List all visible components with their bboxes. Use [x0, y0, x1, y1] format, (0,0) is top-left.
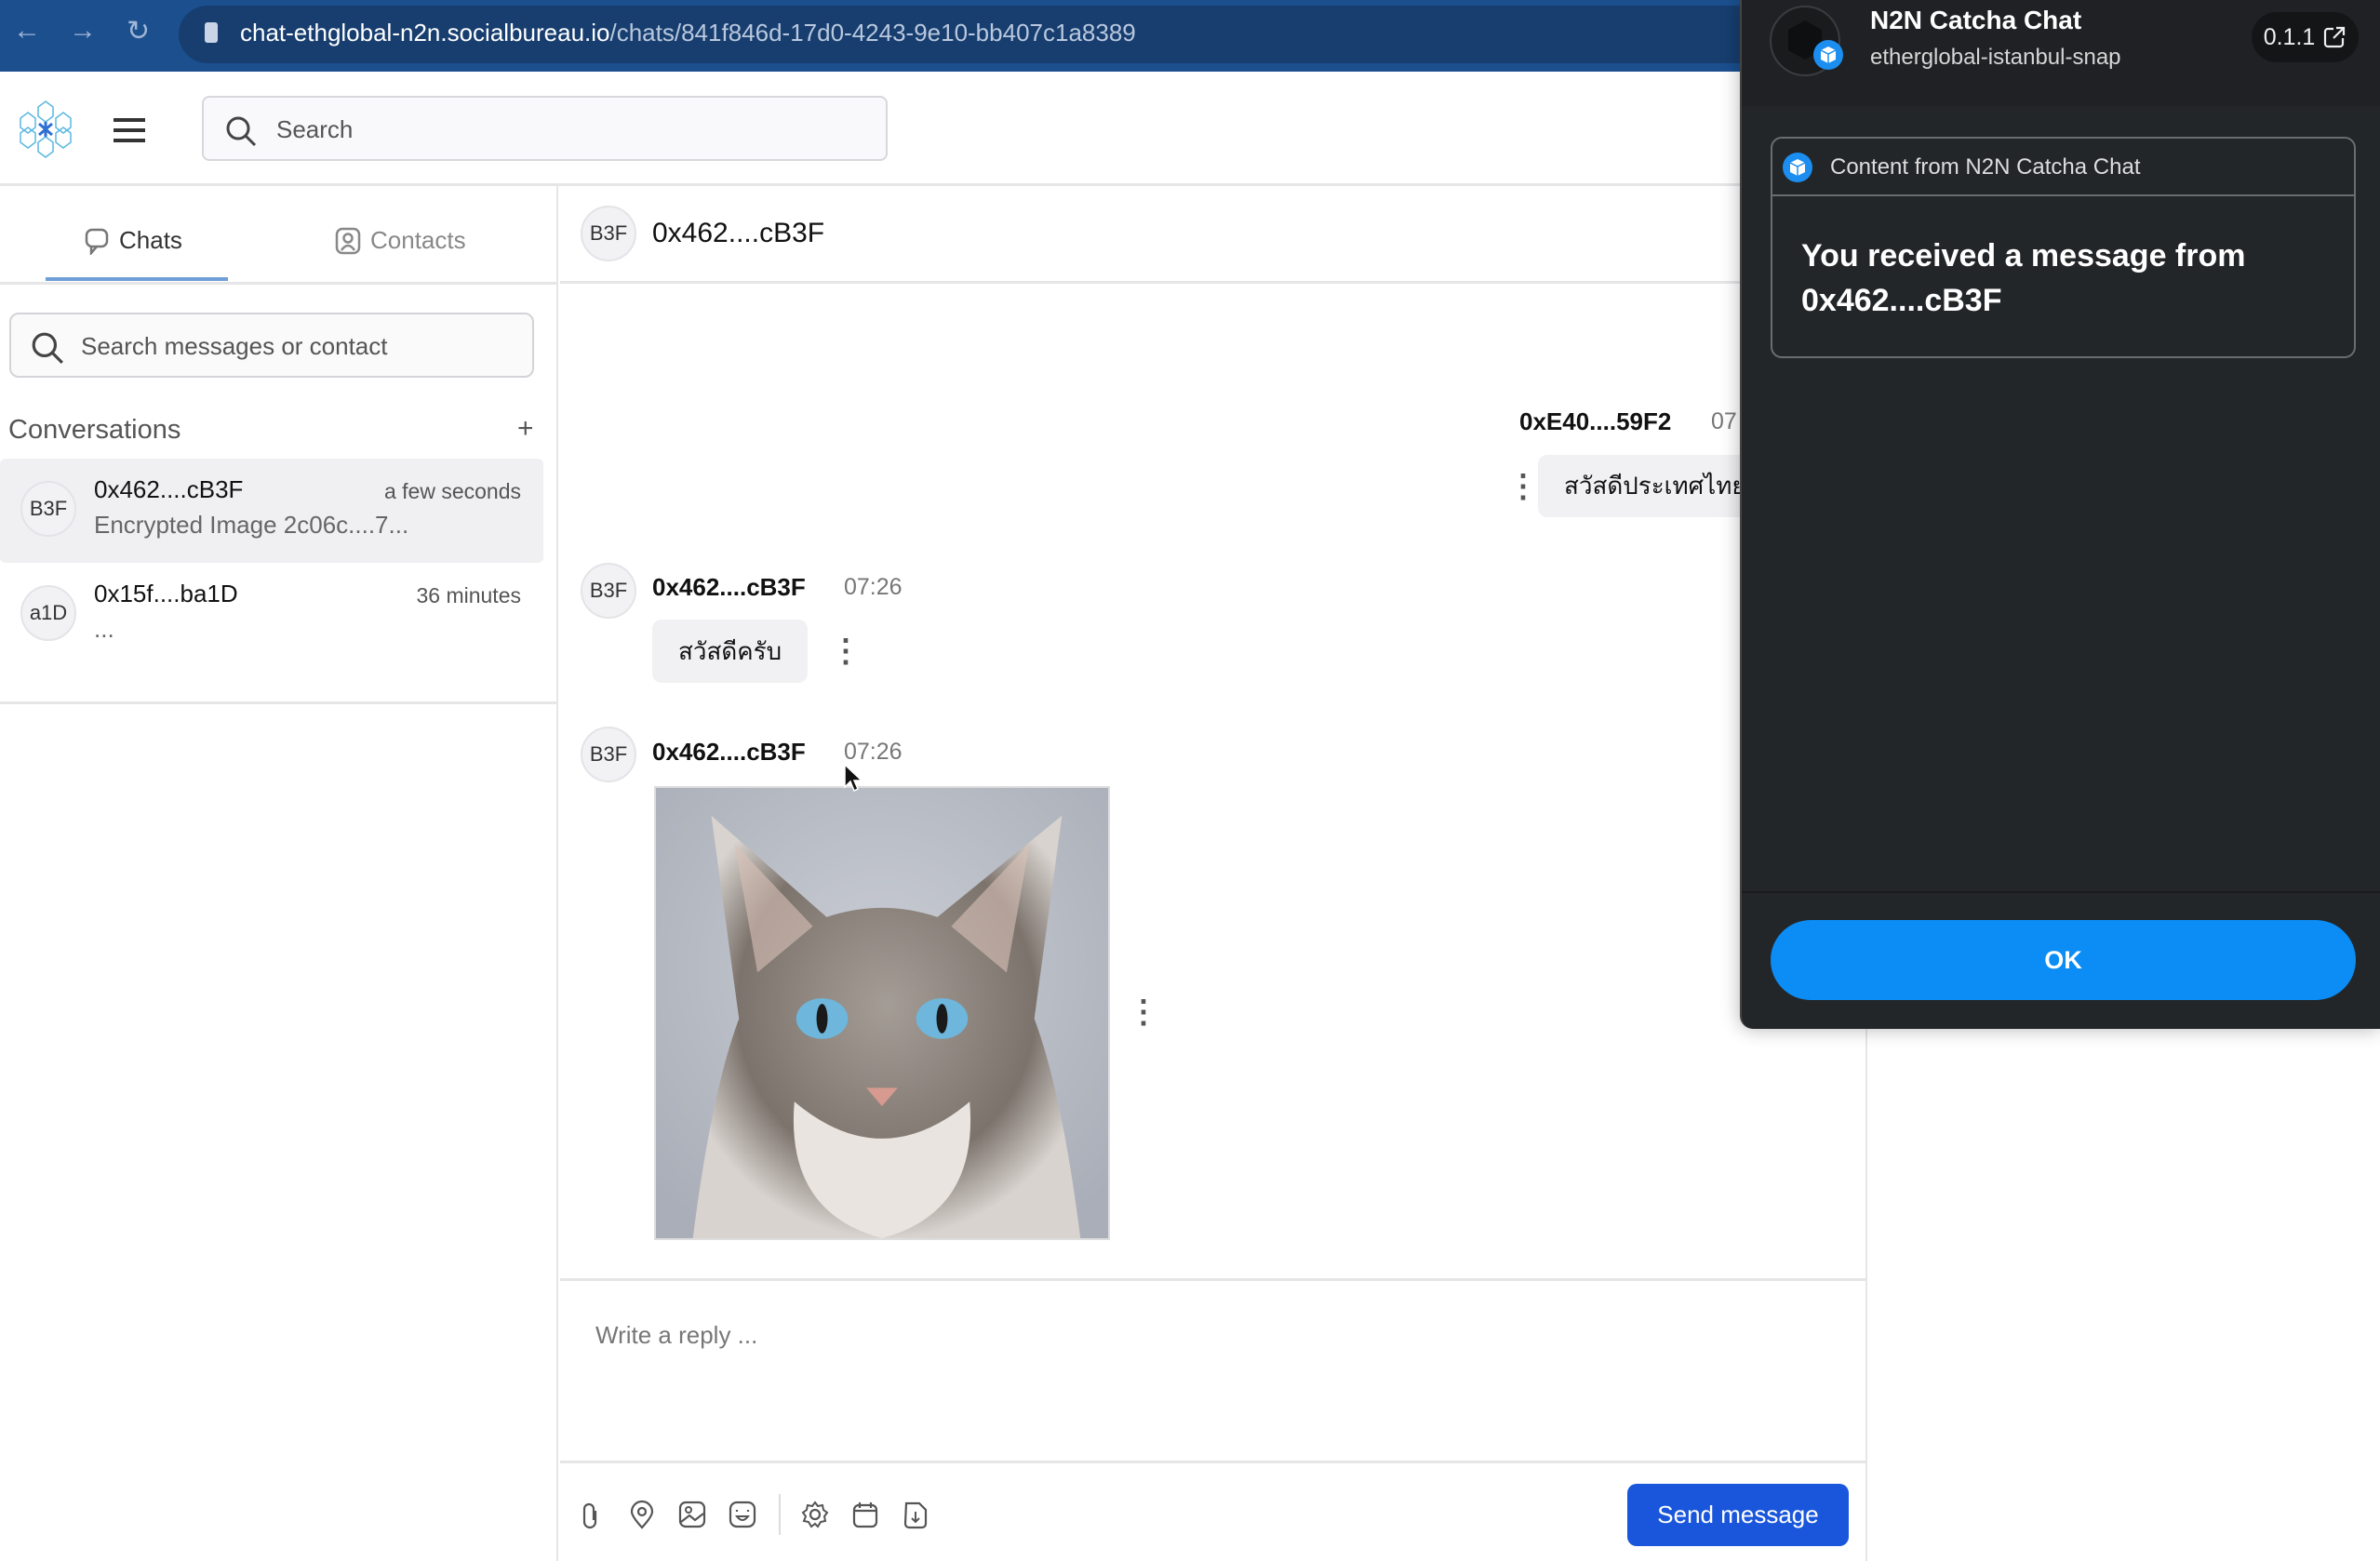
tab-chats[interactable]: Chats	[84, 226, 182, 255]
reload-icon[interactable]: ↻	[127, 15, 150, 47]
conversation-name: 0x462....cB3F	[94, 475, 244, 503]
url-host: chat-ethglobal-n2n.socialbureau.io	[240, 19, 610, 47]
forward-icon[interactable]: →	[69, 15, 97, 47]
url-text[interactable]: chat-ethglobal-n2n.socialbureau.io/chats…	[240, 19, 1136, 47]
snap-title: N2N Catcha Chat	[1870, 6, 2082, 34]
gear-icon[interactable]	[800, 1500, 830, 1529]
global-search-input[interactable]: Search	[202, 96, 888, 161]
divider	[560, 281, 1867, 284]
paperclip-icon[interactable]	[577, 1500, 607, 1529]
reply-input[interactable]: Write a reply ...	[595, 1321, 757, 1350]
message-options-icon[interactable]: ⋮	[1507, 471, 1539, 502]
divider	[0, 701, 558, 704]
message-sender: 0x462....cB3F	[652, 573, 806, 601]
chat-title: 0x462....cB3F	[652, 218, 825, 248]
tab-contacts[interactable]: Contacts	[335, 226, 466, 255]
mouse-cursor-icon	[844, 763, 863, 793]
search-placeholder: Search messages or contact	[81, 332, 388, 360]
back-icon[interactable]: ←	[13, 15, 41, 47]
divider	[560, 1461, 1867, 1463]
search-icon	[32, 332, 63, 364]
message-sender: 0x462....cB3F	[652, 738, 806, 766]
contact-icon	[335, 227, 361, 254]
version-link[interactable]: 0.1.1	[2252, 12, 2359, 62]
avatar: B3F	[581, 206, 636, 261]
send-label: Send message	[1657, 1501, 1819, 1528]
message-options-icon[interactable]: ⋮	[830, 635, 862, 667]
avatar: B3F	[20, 481, 76, 537]
message-text: สวัสดีครับ	[678, 636, 782, 665]
toolbar-divider	[779, 1494, 781, 1535]
url-path: /chats/841f846d-17d0-4243-9e10-bb407c1a8…	[609, 19, 1136, 47]
ok-button[interactable]: OK	[1771, 920, 2356, 1000]
message-options-icon[interactable]: ⋮	[1128, 996, 1159, 1028]
message-time: 07:26	[844, 574, 903, 600]
divider	[1742, 891, 2380, 893]
active-tab-indicator	[46, 277, 228, 281]
hamburger-menu-icon[interactable]	[114, 118, 145, 142]
divider	[1772, 194, 2354, 196]
add-conversation-button[interactable]: +	[517, 413, 534, 445]
notification-message: You received a message from 0x462....cB3…	[1801, 233, 2245, 323]
message-bubble: สวัสดีครับ	[652, 620, 809, 683]
conversation-preview: Encrypted Image 2c06c....7...	[94, 511, 409, 539]
conversation-item[interactable]: a1D 0x15f....ba1D 36 minutes ...	[0, 563, 543, 667]
tab-label: Chats	[119, 226, 182, 254]
image-icon[interactable]	[677, 1500, 707, 1529]
search-placeholder: Search	[276, 115, 354, 143]
snap-subtitle: etherglobal-istanbul-snap	[1870, 45, 2121, 70]
chat-panel: B3F 0x462....cB3F 0xE40....59F2 07 ⋮ สวั…	[560, 186, 1867, 1561]
cat-image[interactable]	[654, 786, 1110, 1240]
divider	[560, 1278, 1867, 1281]
external-link-icon	[2324, 26, 2346, 48]
conversation-name: 0x15f....ba1D	[94, 580, 238, 607]
file-download-icon[interactable]	[901, 1500, 930, 1529]
message-text: สวัสดีประเทศไทย	[1564, 472, 1746, 500]
divider	[0, 282, 558, 285]
avatar: a1D	[20, 585, 76, 641]
ok-label: OK	[2044, 945, 2082, 974]
search-icon	[226, 116, 257, 147]
chat-bubble-icon	[85, 228, 109, 255]
message-time: 07:26	[844, 739, 903, 765]
dialog-header: N2N Catcha Chat etherglobal-istanbul-sna…	[1742, 0, 2380, 106]
snap-dialog: N2N Catcha Chat etherglobal-istanbul-sna…	[1740, 0, 2380, 1029]
conversation-item[interactable]: B3F 0x462....cB3F a few seconds Encrypte…	[0, 459, 543, 563]
sidebar: Chats Contacts Search messages or contac…	[0, 186, 558, 1561]
content-header: Content from N2N Catcha Chat	[1830, 154, 2141, 180]
conversation-preview: ...	[94, 615, 114, 643]
emoji-icon[interactable]	[728, 1500, 757, 1529]
snap-content-box: Content from N2N Catcha Chat You receive…	[1771, 137, 2356, 358]
logo-icon[interactable]	[19, 100, 73, 159]
message-sender-address: 0x462....cB3F	[1801, 283, 2002, 318]
conversations-heading: Conversations	[8, 415, 181, 445]
search-messages-input[interactable]: Search messages or contact	[9, 313, 534, 378]
message-sender: 0xE40....59F2	[1519, 407, 1672, 435]
snap-badge-icon	[1783, 153, 1812, 182]
lock-icon	[205, 22, 218, 43]
avatar: B3F	[581, 563, 636, 619]
location-icon[interactable]	[627, 1500, 657, 1529]
calendar-icon[interactable]	[850, 1500, 880, 1529]
version-text: 0.1.1	[2263, 23, 2316, 50]
send-message-button[interactable]: Send message	[1627, 1484, 1849, 1546]
message-line: You received a message from	[1801, 238, 2246, 274]
tab-label: Contacts	[370, 226, 466, 254]
conversation-time: 36 minutes	[416, 583, 521, 607]
snap-badge-icon	[1813, 40, 1843, 70]
avatar: B3F	[581, 727, 636, 782]
conversation-time: a few seconds	[383, 479, 521, 503]
message-time: 07	[1711, 408, 1737, 434]
